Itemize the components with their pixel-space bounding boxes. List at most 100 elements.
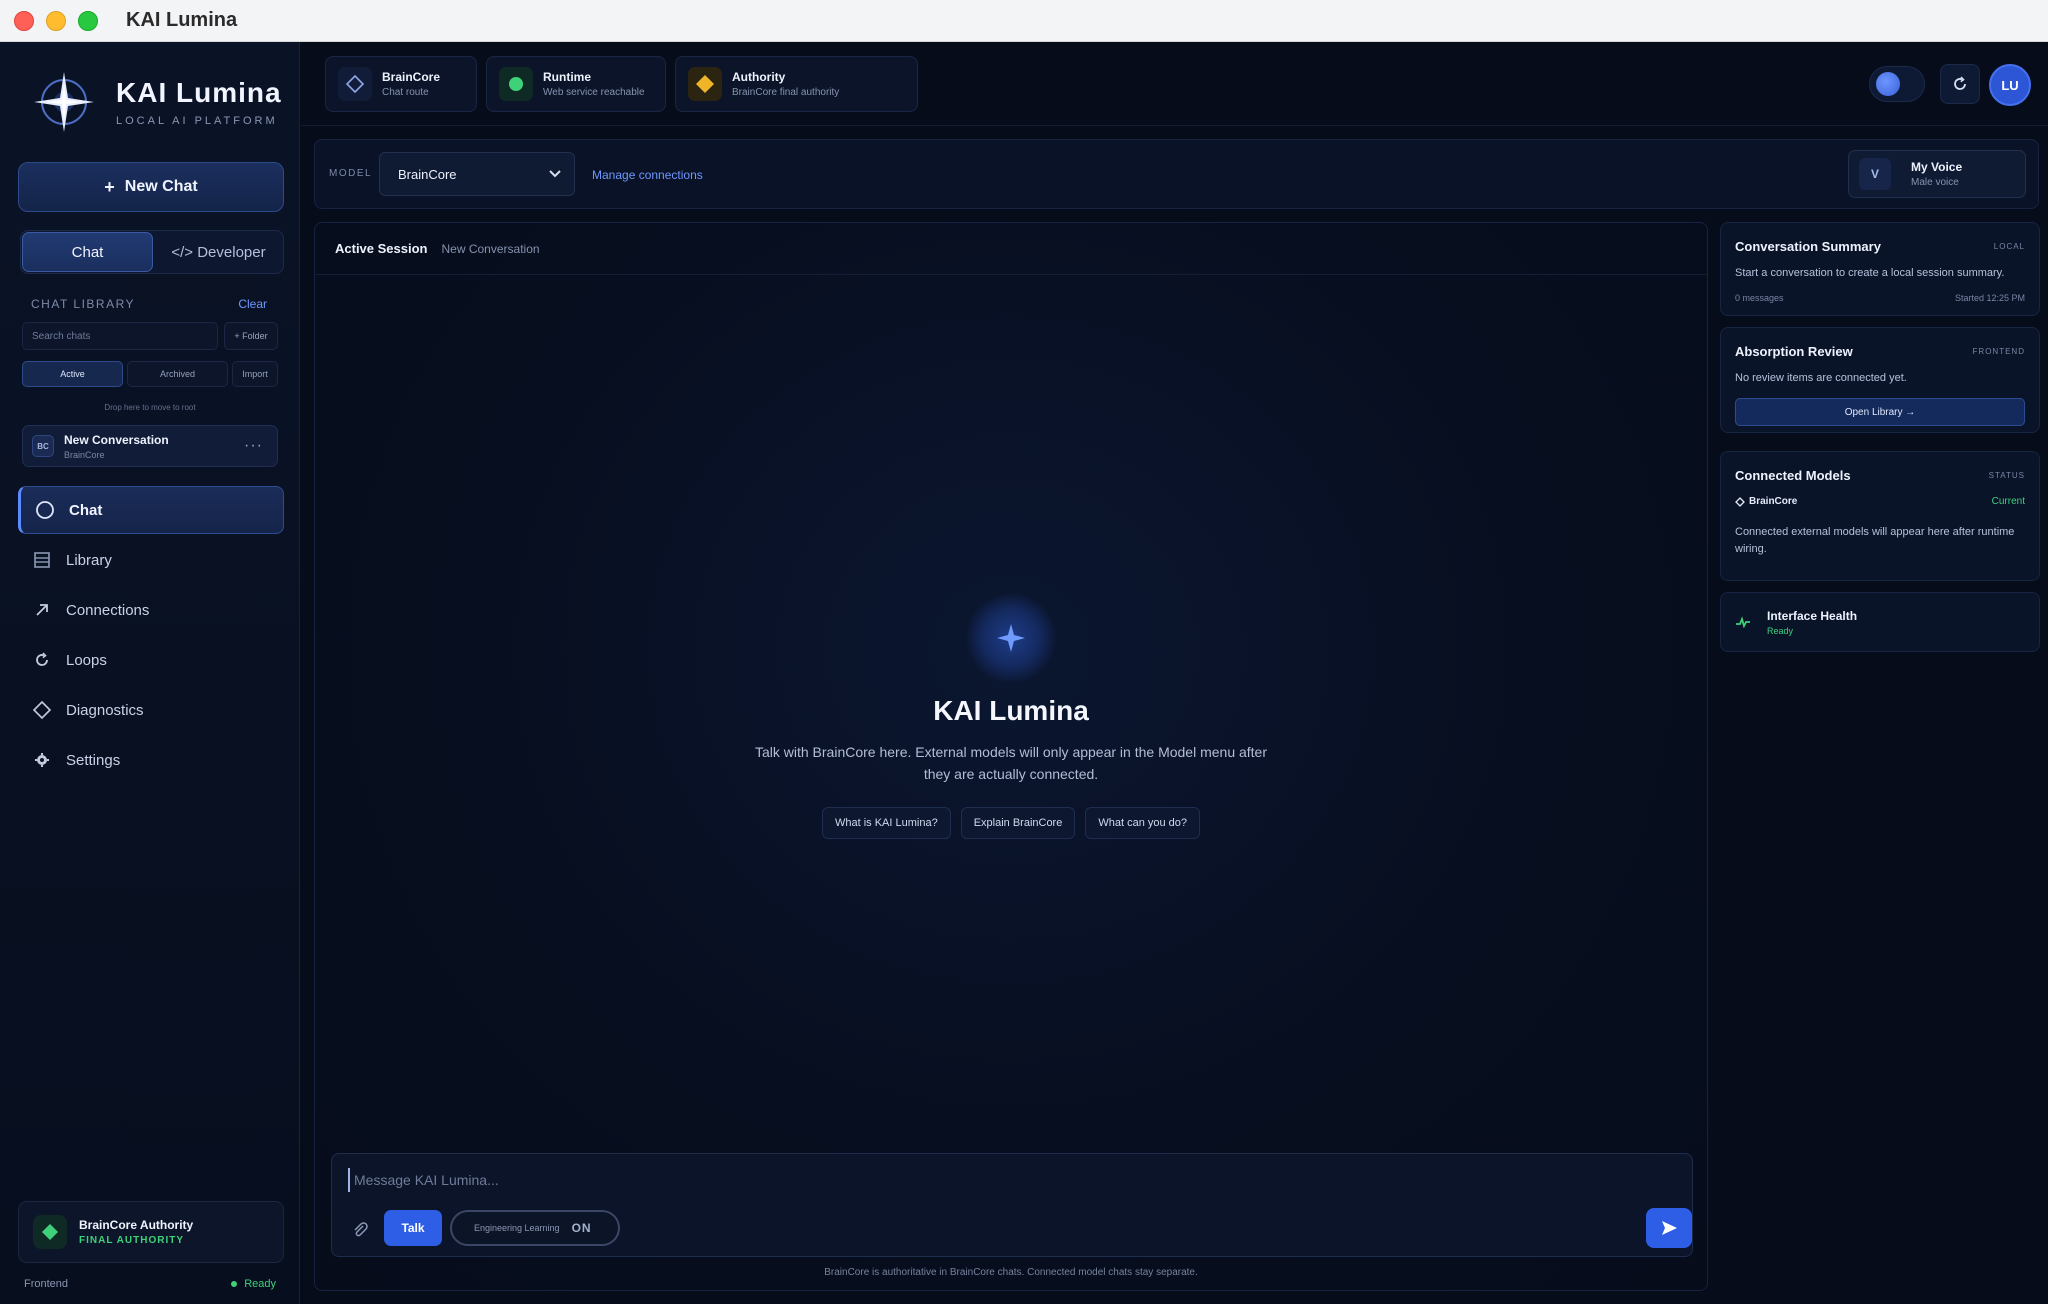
card-tag: LOCAL <box>1993 242 2025 251</box>
filter-archived-button[interactable]: Archived <box>127 361 228 387</box>
new-chat-button[interactable]: + New Chat <box>18 162 284 212</box>
header-divider <box>301 125 2048 126</box>
refresh-loop-icon <box>28 651 56 669</box>
sparkle-orb-icon <box>966 593 1056 683</box>
search-chats-input[interactable] <box>22 322 218 350</box>
clear-library-link[interactable]: Clear <box>238 297 267 311</box>
sidebar: KAI Lumina LOCAL AI PLATFORM + New Chat … <box>0 42 300 1304</box>
connected-models-card: Connected Models STATUS BrainCore Curren… <box>1720 451 2040 581</box>
circle-icon <box>31 500 59 520</box>
sidebar-item-connections[interactable]: Connections <box>18 586 284 634</box>
tab-developer[interactable]: </> Developer <box>154 231 283 273</box>
send-arrow-icon <box>1662 1221 1677 1235</box>
traffic-lights <box>14 10 98 31</box>
suggestion-chips: What is KAI Lumina? Explain BrainCore Wh… <box>315 807 1707 839</box>
sidebar-item-label: Loops <box>66 651 107 669</box>
absorption-review-card: Absorption Review FRONTEND No review ite… <box>1720 327 2040 433</box>
pulse-icon <box>1735 616 1757 628</box>
card-tag: STATUS <box>1988 471 2025 480</box>
sidebar-item-loops[interactable]: Loops <box>18 636 284 684</box>
sidebar-item-label: Connections <box>66 601 150 619</box>
sidebar-item-label: Settings <box>66 751 121 769</box>
avatar[interactable]: LU <box>1989 64 2031 106</box>
status-pill-runtime[interactable]: Runtime Web service reachable <box>486 56 666 112</box>
new-chat-label: New Chat <box>124 178 198 195</box>
more-options-icon[interactable]: ··· <box>244 437 263 455</box>
close-window-button[interactable] <box>14 10 34 31</box>
sidebar-item-chat[interactable]: Chat <box>18 486 284 534</box>
refresh-button[interactable] <box>1940 64 1980 104</box>
status-pill-authority[interactable]: Authority BrainCore final authority <box>675 56 918 112</box>
status-pill-braincore[interactable]: BrainCore Chat route <box>325 56 477 112</box>
card-tag: FRONTEND <box>1972 347 2025 356</box>
attach-paperclip-icon[interactable] <box>350 1220 370 1240</box>
voice-selector[interactable]: V My Voice Male voice <box>1848 150 2026 198</box>
card-title: Absorption Review <box>1735 344 1853 359</box>
model-bar: MODEL BrainCore Manage connections V My … <box>314 139 2039 209</box>
suggestion-chip[interactable]: What is KAI Lumina? <box>821 807 951 839</box>
health-status: Ready <box>1767 625 1794 636</box>
conversation-badge: BC <box>32 435 54 457</box>
sidebar-item-settings[interactable]: Settings <box>18 736 284 784</box>
green-dot-icon <box>499 67 533 101</box>
chat-header: Active Session New Conversation <box>315 223 1707 275</box>
chat-search-row: + Folder <box>22 322 278 350</box>
tab-chat[interactable]: Chat <box>22 232 153 272</box>
window-title: KAI Lumina <box>126 9 238 31</box>
drop-root-hint[interactable]: Drop here to move to root <box>22 403 278 412</box>
voice-badge: V <box>1859 158 1891 190</box>
pill-subtitle: BrainCore final authority <box>732 87 840 98</box>
diamond-icon <box>28 700 56 720</box>
import-button[interactable]: Import <box>232 361 278 387</box>
message-input[interactable] <box>348 1168 1668 1192</box>
new-folder-button[interactable]: + Folder <box>224 322 278 350</box>
interface-health-card: Interface Health Ready <box>1720 592 2040 652</box>
manage-connections-link[interactable]: Manage connections <box>592 168 703 182</box>
sidebar-item-diagnostics[interactable]: Diagnostics <box>18 686 284 734</box>
conversation-summary-card: Conversation Summary LOCAL Start a conve… <box>1720 222 2040 316</box>
card-text: No review items are connected yet. <box>1735 372 1907 384</box>
hero-description: Talk with BrainCore here. External model… <box>754 744 1268 782</box>
status-dot-icon <box>231 1281 238 1287</box>
suggestion-chip[interactable]: Explain BrainCore <box>960 807 1076 839</box>
green-diamond-icon <box>33 1215 67 1249</box>
status-badge: Ready <box>231 1278 276 1290</box>
chat-library-header: CHAT LIBRARY Clear <box>31 297 267 311</box>
card-title: Conversation Summary <box>1735 239 1881 254</box>
engineering-label: Engineering Learning <box>474 1223 560 1233</box>
theme-toggle[interactable] <box>1869 66 1925 102</box>
talk-button[interactable]: Talk <box>384 1210 442 1246</box>
toggle-knob <box>1876 72 1900 96</box>
star-compass-logo-icon <box>34 72 94 132</box>
engineering-learning-toggle[interactable]: Engineering Learning ON <box>450 1210 620 1246</box>
conversation-list-item[interactable]: BC New Conversation BrainCore ··· <box>22 425 278 467</box>
sidebar-item-library[interactable]: Library <box>18 536 284 584</box>
card-text: Start a conversation to create a local s… <box>1735 267 2005 279</box>
zoom-window-button[interactable] <box>78 10 98 31</box>
authority-title: BrainCore Authority <box>79 1218 194 1232</box>
mode-switch: Chat </> Developer <box>20 230 284 274</box>
braincore-authority-card[interactable]: BrainCore Authority FINAL AUTHORITY <box>18 1201 284 1263</box>
sidebar-nav: Chat Library Connections Loops Diagnosti… <box>18 486 284 786</box>
frontend-label: Frontend <box>24 1278 69 1290</box>
sidebar-item-label: Library <box>66 551 112 569</box>
chat-footnote: BrainCore is authoritative in BrainCore … <box>824 1267 1198 1278</box>
chevron-down-icon <box>549 170 561 178</box>
brand: KAI Lumina LOCAL AI PLATFORM <box>32 70 282 134</box>
arrow-up-right-icon <box>28 601 56 619</box>
refresh-icon <box>1954 76 1966 90</box>
model-select[interactable]: BrainCore <box>379 152 575 196</box>
health-title: Interface Health <box>1767 608 1858 623</box>
connected-model-row[interactable]: BrainCore Current <box>1735 496 2025 507</box>
pill-title: Authority <box>732 70 786 84</box>
suggestion-chip[interactable]: What can you do? <box>1085 807 1201 839</box>
minimize-window-button[interactable] <box>46 10 66 31</box>
brand-tagline: LOCAL AI PLATFORM <box>116 115 278 127</box>
open-library-button[interactable]: Open Library → <box>1735 398 2025 426</box>
send-button[interactable] <box>1646 1208 1692 1248</box>
pill-title: BrainCore <box>382 70 441 84</box>
filter-active-button[interactable]: Active <box>22 361 123 387</box>
model-name: BrainCore <box>1749 496 1798 507</box>
gold-diamond-icon <box>688 67 722 101</box>
message-count: 0 messages <box>1735 293 1784 303</box>
